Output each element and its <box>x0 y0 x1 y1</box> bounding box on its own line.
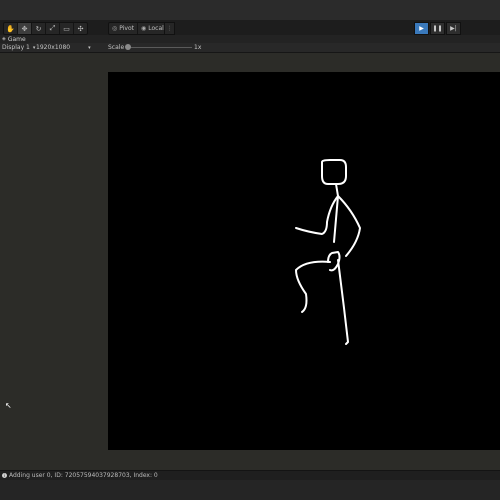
game-view-controls: Display 1 ▾ 1920x1080 ▾ Scale 1x <box>0 43 500 53</box>
scale-tool-button[interactable]: ⤢ <box>46 23 60 34</box>
pivot-controls: ◎ Pivot ◉ Local <box>108 22 168 35</box>
status-message: Adding user 0, ID: 72057594037928703, In… <box>9 472 158 479</box>
stick-figure-torso <box>337 195 361 257</box>
stick-figure <box>295 159 361 345</box>
tab-game[interactable]: ◈ Game <box>2 35 26 43</box>
stick-figure-front-leg <box>337 259 349 345</box>
rect-tool-button[interactable]: ▭ <box>60 23 74 34</box>
play-icon: ▶ <box>419 25 424 32</box>
transform-tools: ✋ ✥ ↻ ⤢ ▭ ✣ <box>3 22 88 35</box>
game-view: ↖ <box>0 53 500 470</box>
pause-icon: ❚❚ <box>432 25 443 32</box>
game-controller-icon: ◈ <box>2 36 6 42</box>
bottom-strip <box>0 480 500 500</box>
resolution-label: 1920x1080 <box>36 44 71 51</box>
pivot-label: Pivot <box>119 25 134 32</box>
step-button[interactable]: ▶| <box>446 22 461 35</box>
stick-figure-spine <box>335 183 339 197</box>
grid-snap-icon: ⋮ <box>166 25 173 32</box>
step-icon: ▶| <box>450 25 457 32</box>
rotate-tool-button[interactable]: ↻ <box>32 23 46 34</box>
pause-button[interactable]: ❚❚ <box>430 22 445 35</box>
playmode-controls: ▶ ❚❚ ▶| <box>414 22 462 35</box>
mouse-cursor-icon: ↖ <box>5 401 12 410</box>
local-icon: ◉ <box>140 25 147 32</box>
transform-tool-button[interactable]: ✣ <box>74 23 87 34</box>
info-icon: i <box>2 473 7 478</box>
stick-figure-front-arm <box>333 195 339 243</box>
chevron-down-icon: ▾ <box>32 44 36 51</box>
stick-figure-back-arm <box>295 195 339 235</box>
play-button[interactable]: ▶ <box>414 22 429 35</box>
stick-figure-back-leg <box>295 260 331 313</box>
stick-figure-head <box>321 159 347 185</box>
hand-icon: ✋ <box>6 24 15 33</box>
local-toggle-button[interactable]: ◉ Local <box>138 23 167 34</box>
transform-icon: ✣ <box>77 24 84 33</box>
scale-slider-handle[interactable] <box>125 44 131 50</box>
display-label: Display 1 <box>2 44 30 51</box>
local-label: Local <box>148 25 164 32</box>
scale-slider-track[interactable] <box>128 47 192 48</box>
status-bar: i Adding user 0, ID: 72057594037928703, … <box>0 470 500 480</box>
display-dropdown[interactable]: Display 1 ▾ <box>2 43 35 52</box>
rotate-icon: ↻ <box>35 24 42 33</box>
resolution-dropdown[interactable]: 1920x1080 ▾ <box>36 43 91 52</box>
pivot-icon: ◎ <box>112 25 118 32</box>
scale-value: 1x <box>194 44 202 51</box>
tab-row: ◈ Game <box>0 35 500 43</box>
scale-icon: ⤢ <box>49 24 56 32</box>
scale-label: Scale <box>108 44 125 51</box>
hand-tool-button[interactable]: ✋ <box>4 23 18 34</box>
console-status[interactable]: i Adding user 0, ID: 72057594037928703, … <box>2 471 158 480</box>
tab-game-label: Game <box>7 35 26 43</box>
pivot-toggle-button[interactable]: ◎ Pivot <box>109 23 138 34</box>
editor-window: ✋ ✥ ↻ ⤢ ▭ ✣ ◎ Pivot ◉ Local ⋮ ▶ ❚❚ ▶| ◈ … <box>0 0 500 500</box>
grid-snap-button[interactable]: ⋮ <box>164 22 175 35</box>
chevron-down-icon: ▾ <box>88 44 91 51</box>
move-icon: ✥ <box>21 24 28 33</box>
move-tool-button[interactable]: ✥ <box>18 23 32 34</box>
game-viewport[interactable] <box>108 72 500 450</box>
rect-tool-icon: ▭ <box>63 24 70 33</box>
main-toolbar: ✋ ✥ ↻ ⤢ ▭ ✣ ◎ Pivot ◉ Local ⋮ ▶ ❚❚ ▶| <box>0 20 500 36</box>
